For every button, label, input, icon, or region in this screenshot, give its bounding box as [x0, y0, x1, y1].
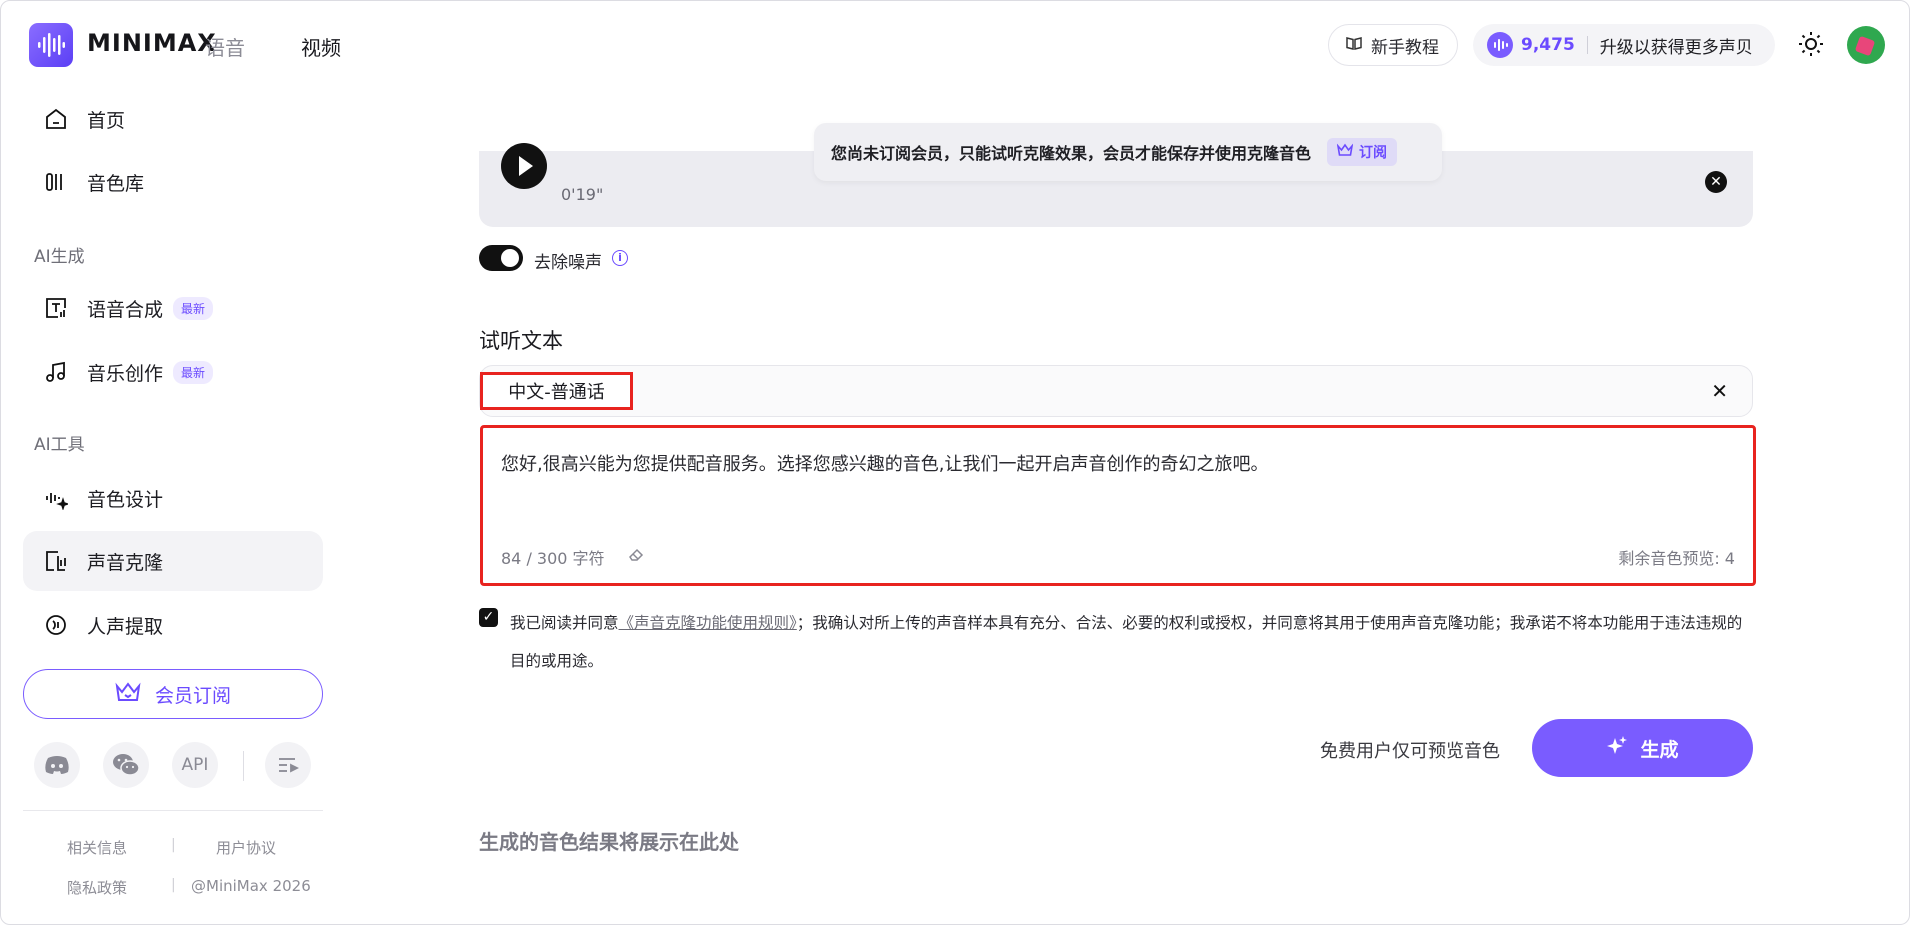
toast-subscribe-label: 订阅	[1359, 145, 1388, 161]
copyright: @MiniMax 2026	[191, 877, 311, 895]
brand-name: MINIMAX	[87, 29, 217, 57]
sidebar-item-music[interactable]: 音乐创作 最新	[23, 342, 323, 402]
char-count: 84 / 300 字符	[501, 549, 605, 568]
crown-icon	[1336, 143, 1354, 161]
free-user-note: 免费用户仅可预览音色	[1320, 741, 1500, 762]
changelog-icon[interactable]	[265, 742, 311, 788]
agree-checkbox[interactable]: ✓	[479, 608, 498, 627]
voice-clone-icon	[43, 548, 69, 574]
credits-pill[interactable]: 9,475 升级以获得更多声贝	[1473, 24, 1775, 66]
sidebar-item-tts[interactable]: 语音合成 最新	[23, 278, 323, 338]
preview-text-title: 试听文本	[479, 329, 563, 353]
clone-rules-link[interactable]: 《声音克隆功能使用规则》	[619, 614, 797, 632]
sidebar-item-label: 音色设计	[87, 488, 164, 511]
voice-design-icon	[43, 485, 69, 511]
remaining-previews: 剩余音色预览: 4	[1618, 549, 1735, 568]
home-icon	[43, 106, 69, 132]
result-placeholder: 生成的音色结果将展示在此处	[479, 830, 739, 854]
nav-voice[interactable]: 语音	[205, 32, 245, 61]
denoise-toggle[interactable]	[479, 245, 523, 271]
upgrade-link[interactable]: 升级以获得更多声贝	[1600, 33, 1753, 58]
agreement-text: 我已阅读并同意《声音克隆功能使用规则》；我确认对所上传的声音样本具有充分、合法、…	[510, 604, 1750, 680]
sidebar-item-voice-clone[interactable]: 声音克隆	[23, 531, 323, 591]
sparkle-icon	[1606, 735, 1628, 762]
toast-subscribe-button[interactable]: 订阅	[1327, 138, 1398, 166]
divider	[243, 751, 244, 781]
user-agreement-link[interactable]: 用户协议	[216, 837, 276, 858]
toast-text: 您尚未订阅会员，只能试听克隆效果，会员才能保存并使用克隆音色	[831, 144, 1312, 163]
denoise-label: 去除噪声	[534, 253, 602, 273]
crown-icon	[115, 681, 141, 708]
credits-value: 9,475	[1521, 35, 1575, 55]
sidebar-item-voice-library[interactable]: 音色库	[23, 152, 323, 212]
audio-duration: 0'19"	[561, 185, 604, 204]
language-bar: 中文-普通话 ✕	[479, 365, 1753, 417]
divider	[23, 810, 323, 811]
generate-label: 生成	[1640, 738, 1679, 761]
sidebar-item-label: 人声提取	[87, 615, 164, 638]
info-icon[interactable]: i	[612, 250, 628, 266]
close-icon[interactable]: ✕	[1711, 379, 1728, 403]
member-subscribe-button[interactable]: 会员订阅	[23, 669, 323, 719]
avatar[interactable]	[1847, 26, 1885, 64]
sidebar-item-home[interactable]: 首页	[23, 89, 323, 149]
preview-text-input[interactable]: 您好,很高兴能为您提供配音服务。选择您感兴趣的音色,让我们一起开启声音创作的奇幻…	[480, 425, 1756, 586]
privacy-policy-link[interactable]: 隐私政策	[67, 877, 127, 898]
close-icon[interactable]: ✕	[1705, 171, 1727, 193]
member-subscribe-label: 会员订阅	[154, 684, 231, 707]
sidebar-item-label: 音色库	[87, 172, 145, 195]
sidebar-item-voice-design[interactable]: 音色设计	[23, 468, 323, 528]
section-ai-tools: AI工具	[34, 435, 85, 455]
waveform-icon	[1487, 32, 1513, 58]
vocal-extract-icon	[43, 612, 69, 638]
library-icon	[43, 169, 69, 195]
theme-sun-icon[interactable]	[1798, 31, 1824, 61]
wechat-icon[interactable]	[103, 742, 149, 788]
nav-video[interactable]: 视频	[301, 32, 341, 61]
divider: |	[171, 877, 176, 893]
tutorial-button[interactable]: 新手教程	[1328, 24, 1458, 66]
tutorial-label: 新手教程	[1371, 37, 1439, 58]
book-icon	[1345, 34, 1363, 57]
new-badge: 最新	[173, 360, 214, 384]
generate-button[interactable]: 生成	[1532, 719, 1753, 777]
subscription-toast: 您尚未订阅会员，只能试听克隆效果，会员才能保存并使用克隆音色 订阅	[814, 123, 1442, 181]
divider	[1586, 36, 1588, 54]
divider: |	[171, 837, 176, 853]
related-info-link[interactable]: 相关信息	[67, 837, 127, 858]
app-window: MINIMAX 语音 视频 新手教程 9,475 升级以获得更多声贝 首页 音色…	[0, 0, 1910, 925]
text-to-speech-icon	[43, 295, 69, 321]
sidebar-item-label: 语音合成	[87, 298, 164, 321]
music-note-icon	[43, 359, 69, 385]
sidebar-item-label: 首页	[87, 109, 126, 132]
language-chip[interactable]: 中文-普通话	[480, 372, 633, 410]
new-badge: 最新	[173, 296, 214, 320]
sidebar-item-label: 声音克隆	[87, 551, 164, 574]
minimax-logo-icon[interactable]	[29, 23, 73, 67]
api-link[interactable]: API	[172, 742, 218, 788]
agree-prefix: 我已阅读并同意	[510, 614, 619, 632]
preview-text-content[interactable]: 您好,很高兴能为您提供配音服务。选择您感兴趣的音色,让我们一起开启声音创作的奇幻…	[501, 450, 1268, 476]
sidebar-item-label: 音乐创作	[87, 362, 164, 385]
play-icon[interactable]	[501, 143, 547, 189]
sidebar-item-vocal-extract[interactable]: 人声提取	[23, 595, 323, 655]
section-ai-generate: AI生成	[34, 247, 85, 267]
eraser-icon[interactable]	[627, 546, 645, 566]
discord-icon[interactable]	[34, 742, 80, 788]
